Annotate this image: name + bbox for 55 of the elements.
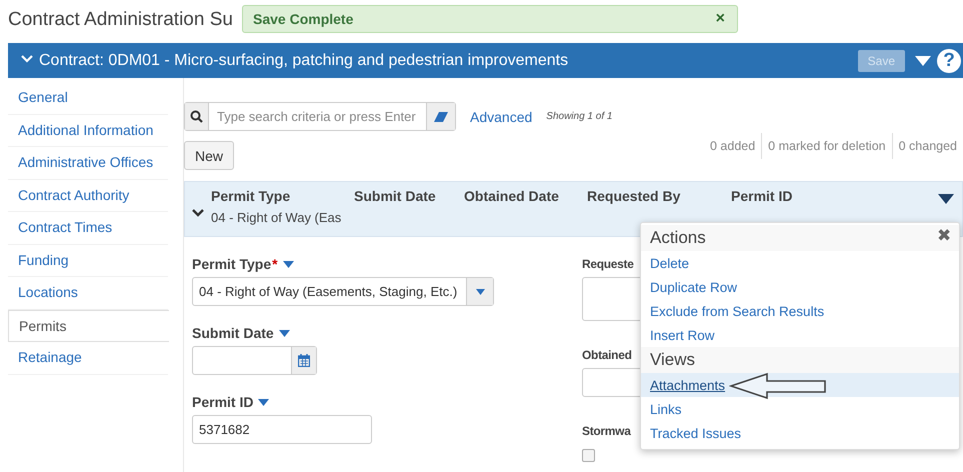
caret-icon — [938, 194, 954, 204]
menu-item[interactable]: Insert Row — [650, 328, 715, 342]
eraser-icon — [434, 112, 448, 122]
menu-item[interactable]: Attachments — [650, 378, 726, 392]
toast-text: Save Complete — [253, 11, 354, 27]
menu-item[interactable]: Tracked Issues — [650, 426, 742, 440]
required-mark: * — [272, 256, 278, 272]
contract-title: Contract: 0DM01 - Micro-surfacing, patching and pedestrian improvements — [39, 52, 570, 70]
caret-icon — [278, 330, 290, 336]
sidebar-item[interactable]: General — [8, 82, 168, 114]
change-counter: 0 marked for deletion — [761, 132, 892, 158]
input-field[interactable]: 5371682 — [192, 415, 372, 444]
menu-item[interactable]: Exclude from Search Results — [650, 304, 824, 318]
checkbox[interactable] — [582, 449, 595, 462]
sidebar-item[interactable]: Administrative Offices — [8, 147, 168, 180]
advanced-link[interactable]: Advanced — [470, 108, 532, 124]
dropdown-field[interactable]: 04 - Right of Way (Easements, Staging, Etc.) — [192, 277, 494, 306]
column-header: Permit ID — [731, 188, 792, 206]
help-icon[interactable]: ? — [937, 48, 961, 72]
field-label: Obtained — [582, 348, 632, 362]
column-header: Obtained Date — [464, 188, 560, 206]
caret-icon — [915, 56, 931, 66]
table-cell-text: 04 - Right of Way (Eas — [211, 209, 342, 225]
menu-item[interactable]: Duplicate Row — [650, 280, 738, 294]
field-label: Permit Type — [192, 256, 272, 272]
calendar-icon — [298, 354, 310, 367]
column-header: Requested By — [587, 188, 682, 206]
caret-icon — [476, 288, 484, 294]
column-header: Submit Date — [354, 188, 437, 206]
change-counter: 0 changed — [892, 132, 963, 158]
field-label: Requeste — [582, 257, 634, 271]
search-icon — [190, 110, 203, 123]
close-button[interactable]: ✖ — [937, 225, 951, 246]
menu-item[interactable]: Delete — [650, 256, 690, 270]
new-button[interactable]: New — [184, 141, 234, 170]
sidebar-item[interactable]: Permits — [8, 310, 169, 342]
sidebar-item[interactable]: Additional Information — [8, 114, 168, 147]
search-field[interactable]: Type search criteria or press Enter — [184, 102, 456, 131]
date-field[interactable] — [192, 346, 317, 375]
result-count: Showing 1 of 1 — [546, 111, 612, 122]
page-title: Contract Administration Su — [8, 9, 233, 31]
menu-item[interactable]: Links — [650, 402, 682, 416]
sidebar-item[interactable]: Funding — [8, 244, 168, 277]
change-counter: 0 added — [708, 138, 756, 154]
close-button[interactable]: × — [716, 10, 725, 28]
field-label: Submit Date — [192, 325, 274, 341]
caret-icon — [282, 260, 294, 268]
caret-icon — [258, 398, 270, 406]
column-header: Permit Type — [211, 188, 292, 206]
menu-heading: Views — [641, 347, 959, 373]
field-label: Stormwa — [582, 424, 631, 438]
sidebar-item[interactable]: Contract Times — [8, 212, 168, 244]
sidebar-item[interactable]: Retainage — [8, 342, 168, 374]
field-label: Permit ID — [192, 394, 254, 410]
sidebar-item[interactable]: Contract Authority — [8, 180, 168, 212]
